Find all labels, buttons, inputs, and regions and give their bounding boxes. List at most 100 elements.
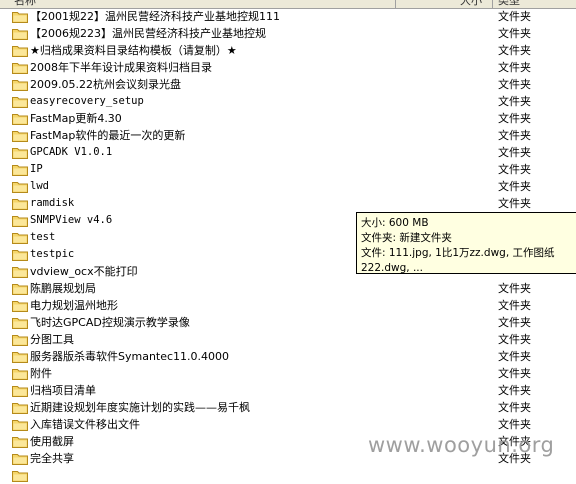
list-item[interactable]: FastMap更新4.30 文件夹: [0, 110, 576, 127]
folder-icon: [12, 46, 28, 57]
file-type: 文件夹: [498, 112, 531, 125]
list-item[interactable]: 2008年下半年设计成果资料归档目录 文件夹: [0, 59, 576, 76]
file-type: 文件夹: [498, 10, 531, 23]
file-name: 分图工具: [30, 333, 74, 346]
folder-icon: [12, 386, 28, 397]
file-name: 【2006规223】温州民营经济科技产业基地控规: [30, 27, 266, 40]
file-name: 附件: [30, 367, 52, 380]
file-name: 使用截屏: [30, 435, 74, 448]
list-item[interactable]: GPCADK V1.0.1 文件夹: [0, 144, 576, 161]
file-name: easyrecovery_setup: [30, 95, 144, 107]
list-item[interactable]: 归档项目清单 文件夹: [0, 382, 576, 399]
folder-icon: [12, 437, 28, 448]
folder-icon: [12, 403, 28, 414]
file-name: vdview_ocx不能打印: [30, 265, 138, 278]
tooltip-folders: 文件夹: 新建文件夹: [361, 232, 452, 244]
tooltip-size: 大小: 600 MB: [361, 217, 429, 229]
folder-icon: [12, 165, 28, 176]
file-type: 文件夹: [498, 384, 531, 397]
file-name: 【2001规22】温州民营经济科技产业基地控规111: [30, 10, 280, 23]
folder-icon: [12, 12, 28, 23]
list-item[interactable]: [0, 467, 576, 484]
list-item[interactable]: 【2006规223】温州民营经济科技产业基地控规 文件夹: [0, 25, 576, 42]
folder-info-tooltip: 大小: 600 MB 文件夹: 新建文件夹 文件: 111.jpg, 1比1万z…: [356, 212, 576, 274]
folder-icon: [12, 420, 28, 431]
file-type: 文件夹: [498, 44, 531, 57]
list-item[interactable]: 电力规划温州地形 文件夹: [0, 297, 576, 314]
list-item[interactable]: 分图工具 文件夹: [0, 331, 576, 348]
file-type: 文件夹: [498, 299, 531, 312]
file-name: 2008年下半年设计成果资料归档目录: [30, 61, 212, 74]
column-header-type[interactable]: 类型: [498, 0, 520, 8]
file-name: IP: [30, 163, 43, 175]
list-item[interactable]: 附件 文件夹: [0, 365, 576, 382]
file-name: 服务器版杀毒软件Symantec11.0.4000: [30, 350, 230, 363]
file-type: 文件夹: [498, 350, 531, 363]
folder-icon: [12, 63, 28, 74]
folder-icon: [12, 233, 28, 244]
list-item[interactable]: 陈鹏展规划局 文件夹: [0, 280, 576, 297]
file-name: testpic: [30, 248, 75, 260]
folder-icon: [12, 335, 28, 346]
file-type: 文件夹: [498, 61, 531, 74]
folder-icon: [12, 182, 28, 193]
folder-icon: [12, 301, 28, 312]
file-type: 文件夹: [498, 129, 531, 142]
folder-icon: [12, 199, 28, 210]
file-name: FastMap软件的最近一次的更新: [30, 129, 186, 142]
file-name: SNMPView v4.6: [30, 214, 113, 226]
file-type: 文件夹: [498, 163, 531, 176]
folder-icon: [12, 29, 28, 40]
list-item[interactable]: 【2001规22】温州民营经济科技产业基地控规111 文件夹: [0, 8, 576, 25]
file-name: 入库错误文件移出文件: [30, 418, 140, 431]
list-item[interactable]: 飞时达GPCAD控规演示教学录像 文件夹: [0, 314, 576, 331]
column-divider[interactable]: [395, 0, 396, 8]
file-type: 文件夹: [498, 367, 531, 380]
folder-icon: [12, 267, 28, 278]
file-name: test: [30, 231, 56, 243]
file-name: lwd: [30, 180, 49, 192]
file-type: 文件夹: [498, 282, 531, 295]
folder-icon: [12, 284, 28, 295]
tooltip-files-more: 222.dwg, ...: [361, 262, 423, 274]
list-item[interactable]: 近期建设规划年度实施计划的实践——易千枫 文件夹: [0, 399, 576, 416]
file-type: 文件夹: [498, 316, 531, 329]
column-header-name[interactable]: 名称: [14, 0, 36, 8]
watermark-text: www.wooyun.org: [368, 433, 555, 457]
file-type: 文件夹: [498, 146, 531, 159]
folder-icon: [12, 80, 28, 91]
file-name: 陈鹏展规划局: [30, 282, 96, 295]
file-name: ramdisk: [30, 197, 75, 209]
file-type: 文件夹: [498, 180, 531, 193]
file-type: 文件夹: [498, 78, 531, 91]
list-item[interactable]: 服务器版杀毒软件Symantec11.0.4000 文件夹: [0, 348, 576, 365]
list-item[interactable]: IP 文件夹: [0, 161, 576, 178]
list-item[interactable]: ★归档成果资料目录结构模板（请复制）★ 文件夹: [0, 42, 576, 59]
list-item[interactable]: ramdisk 文件夹: [0, 195, 576, 212]
tooltip-files: 文件: 111.jpg, 1比1万zz.dwg, 工作图纸: [361, 247, 555, 259]
file-name: 2009.05.22杭州会议刻录光盘: [30, 78, 181, 91]
list-item[interactable]: easyrecovery_setup 文件夹: [0, 93, 576, 110]
column-divider[interactable]: [492, 0, 493, 8]
folder-icon: [12, 318, 28, 329]
folder-icon: [12, 216, 28, 227]
folder-icon: [12, 250, 28, 261]
folder-icon: [12, 114, 28, 125]
file-type: 文件夹: [498, 27, 531, 40]
file-name: 电力规划温州地形: [30, 299, 118, 312]
file-name: GPCADK V1.0.1: [30, 146, 113, 158]
column-header-size[interactable]: 大小: [460, 0, 482, 8]
file-type: 文件夹: [498, 401, 531, 414]
file-name: 归档项目清单: [30, 384, 96, 397]
file-name: 近期建设规划年度实施计划的实践——易千枫: [30, 401, 250, 414]
list-item[interactable]: FastMap软件的最近一次的更新 文件夹: [0, 127, 576, 144]
file-name: 完全共享: [30, 452, 74, 465]
folder-icon: [12, 97, 28, 108]
folder-icon: [12, 454, 28, 465]
file-name: 飞时达GPCAD控规演示教学录像: [30, 316, 190, 329]
list-item[interactable]: 2009.05.22杭州会议刻录光盘 文件夹: [0, 76, 576, 93]
folder-icon: [12, 352, 28, 363]
file-name: FastMap更新4.30: [30, 112, 122, 125]
list-item[interactable]: lwd 文件夹: [0, 178, 576, 195]
file-type: 文件夹: [498, 95, 531, 108]
